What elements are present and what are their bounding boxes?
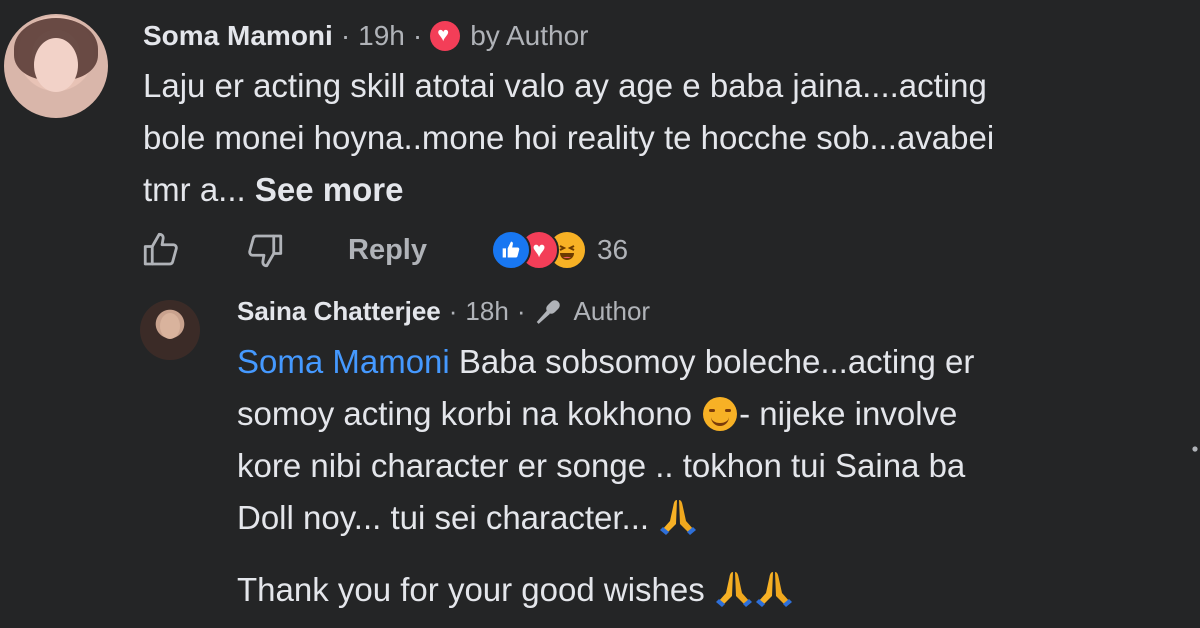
comment-line: tmr a... See more [143, 164, 994, 216]
reply-button[interactable]: Reply [348, 234, 427, 267]
reply-line-text: Baba sobsomoy boleche...acting er [449, 343, 975, 380]
comment-header: Soma Mamoni · 19h · by Author [143, 20, 589, 52]
loved-by-author-label: by Author [470, 20, 589, 51]
comment-time[interactable]: 19h [358, 20, 405, 52]
avatar-face [160, 313, 180, 339]
comment-body: Laju er acting skill atotai valo ay age … [143, 60, 994, 216]
more-options-icon[interactable] [1192, 436, 1198, 462]
thumbs-up-icon[interactable] [140, 229, 182, 271]
separator: · [516, 296, 526, 326]
comment-line: Laju er acting skill atotai valo ay age … [143, 67, 987, 104]
folded-hands-emoji-icon [715, 572, 752, 607]
comment-actions: Reply ♥ 36 [140, 222, 628, 278]
comment-line-text: tmr a... [143, 171, 246, 208]
folded-hands-emoji-icon [660, 500, 697, 535]
reply-time[interactable]: 18h [465, 296, 508, 327]
reply-line: Thank you for your good wishes [237, 564, 974, 616]
reply-line-text: somoy acting korbi na kokhono [237, 395, 702, 432]
see-more-link[interactable]: See more [255, 171, 404, 208]
reaction-count: 36 [596, 234, 629, 265]
separator: · [340, 20, 351, 51]
reply-line-text: Thank you for your good wishes [237, 571, 714, 608]
comment-line: bole monei hoyna..mone hoi reality te ho… [143, 119, 995, 156]
replier-avatar[interactable] [140, 300, 200, 360]
reply-line: somoy acting korbi na kokhono - nijeke i… [237, 388, 974, 440]
reply-body: Soma Mamoni Baba sobsomoy boleche...acti… [237, 336, 974, 616]
reply-header: Saina Chatterjee · 18h · Author [237, 296, 650, 327]
reply-line: kore nibi character er songe .. tokhon t… [237, 447, 966, 484]
separator: · [412, 20, 423, 51]
microphone-icon [537, 299, 561, 324]
avatar-face [34, 38, 78, 92]
smiling-face-emoji-icon [703, 397, 738, 431]
folded-hands-emoji-icon [755, 572, 792, 607]
reply-line: Soma Mamoni Baba sobsomoy boleche...acti… [237, 336, 974, 388]
reply-line-text: - nijeke involve [739, 395, 958, 432]
replier-name[interactable]: Saina Chatterjee [237, 296, 441, 327]
commenter-avatar[interactable] [4, 14, 108, 118]
like-reaction-icon [490, 230, 531, 270]
reply-line-text: Doll noy... tui sei character... [237, 499, 659, 536]
separator: · [448, 296, 458, 326]
reactions-summary[interactable]: ♥ 36 [490, 230, 629, 270]
mention-link[interactable]: Soma Mamoni [237, 343, 450, 380]
reply-line: Doll noy... tui sei character... [237, 492, 974, 544]
heart-badge-icon [430, 21, 461, 51]
commenter-name[interactable]: Soma Mamoni [143, 20, 333, 52]
thumbs-down-icon[interactable] [244, 229, 286, 271]
author-role-label: Author [573, 296, 651, 326]
reply-spacer [237, 544, 974, 564]
